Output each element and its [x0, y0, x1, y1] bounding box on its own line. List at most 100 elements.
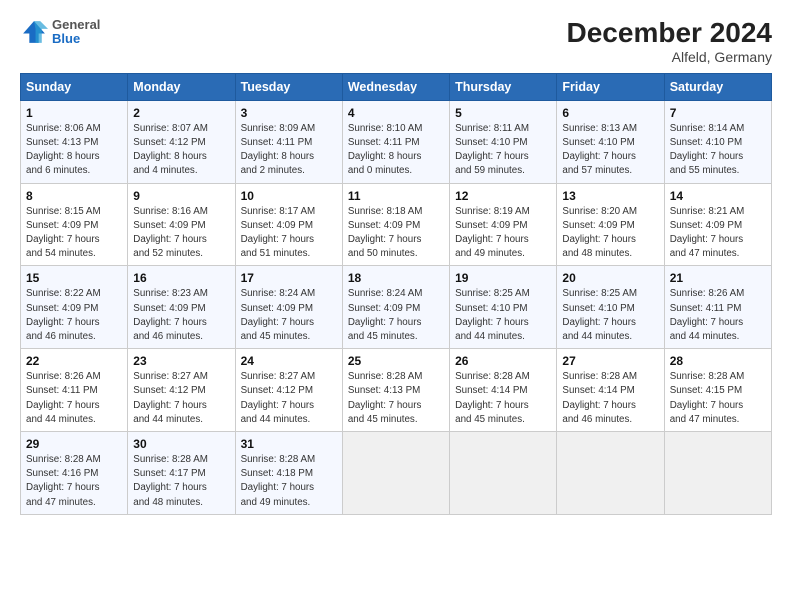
calendar-cell: 27Sunrise: 8:28 AMSunset: 4:14 PMDayligh… — [557, 349, 664, 432]
col-saturday: Saturday — [664, 73, 771, 100]
month-title: December 2024 — [567, 18, 772, 49]
calendar-cell: 4 Sunrise: 8:10 AMSunset: 4:11 PMDaylight… — [342, 100, 449, 183]
col-tuesday: Tuesday — [235, 73, 342, 100]
day-info: Sunrise: 8:24 AMSunset: 4:09 PMDaylight:… — [241, 287, 337, 344]
logo-general: General — [52, 18, 100, 32]
col-sunday: Sunday — [21, 73, 128, 100]
day-info: Sunrise: 8:23 AMSunset: 4:09 PMDaylight:… — [133, 287, 229, 344]
day-number: 7 — [670, 106, 766, 120]
day-number: 21 — [670, 271, 766, 285]
calendar-table: Sunday Monday Tuesday Wednesday Thursday… — [20, 73, 772, 515]
logo-text: General Blue — [52, 18, 100, 47]
day-info: Sunrise: 8:19 AMSunset: 4:09 PMDaylight:… — [455, 205, 551, 262]
page: General Blue December 2024 Alfeld, Germa… — [0, 0, 792, 612]
day-info: Sunrise: 8:20 AMSunset: 4:09 PMDaylight:… — [562, 205, 658, 262]
calendar-cell: 30 Sunrise: 8:28 AMSunset: 4:17 PMDayligh… — [128, 432, 235, 515]
calendar-cell: 18 Sunrise: 8:24 AMSunset: 4:09 PMDayligh… — [342, 266, 449, 349]
calendar-cell: 15 Sunrise: 8:22 AMSunset: 4:09 PMDayligh… — [21, 266, 128, 349]
calendar-week-4: 22 Sunrise: 8:26 AMSunset: 4:11 PMDayligh… — [21, 349, 772, 432]
day-info: Sunrise: 8:10 AMSunset: 4:11 PMDaylight:… — [348, 122, 444, 179]
day-number: 10 — [241, 189, 337, 203]
calendar-cell: 16Sunrise: 8:23 AMSunset: 4:09 PMDayligh… — [128, 266, 235, 349]
day-number: 18 — [348, 271, 444, 285]
calendar-cell: 9 Sunrise: 8:16 AMSunset: 4:09 PMDaylight… — [128, 183, 235, 266]
location: Alfeld, Germany — [567, 49, 772, 65]
calendar-week-5: 29Sunrise: 8:28 AMSunset: 4:16 PMDayligh… — [21, 432, 772, 515]
day-number: 1 — [26, 106, 122, 120]
day-number: 9 — [133, 189, 229, 203]
calendar-cell: 12 Sunrise: 8:19 AMSunset: 4:09 PMDayligh… — [450, 183, 557, 266]
day-number: 30 — [133, 437, 229, 451]
day-info: Sunrise: 8:22 AMSunset: 4:09 PMDaylight:… — [26, 287, 122, 344]
day-number: 12 — [455, 189, 551, 203]
day-info: Sunrise: 8:21 AMSunset: 4:09 PMDaylight:… — [670, 205, 766, 262]
logo-blue: Blue — [52, 32, 100, 46]
day-info: Sunrise: 8:07 AMSunset: 4:12 PMDaylight:… — [133, 122, 229, 179]
col-thursday: Thursday — [450, 73, 557, 100]
day-number: 6 — [562, 106, 658, 120]
calendar-cell: 11Sunrise: 8:18 AMSunset: 4:09 PMDayligh… — [342, 183, 449, 266]
day-info: Sunrise: 8:28 AMSunset: 4:14 PMDaylight:… — [455, 370, 551, 427]
day-info: Sunrise: 8:25 AMSunset: 4:10 PMDaylight:… — [562, 287, 658, 344]
day-info: Sunrise: 8:13 AMSunset: 4:10 PMDaylight:… — [562, 122, 658, 179]
title-block: December 2024 Alfeld, Germany — [567, 18, 772, 65]
calendar-cell: 5Sunrise: 8:11 AMSunset: 4:10 PMDaylight… — [450, 100, 557, 183]
day-info: Sunrise: 8:26 AMSunset: 4:11 PMDaylight:… — [670, 287, 766, 344]
day-info: Sunrise: 8:28 AMSunset: 4:18 PMDaylight:… — [241, 453, 337, 510]
day-number: 8 — [26, 189, 122, 203]
calendar-cell: 8 Sunrise: 8:15 AMSunset: 4:09 PMDaylight… — [21, 183, 128, 266]
logo: General Blue — [20, 18, 100, 47]
calendar-cell: 26 Sunrise: 8:28 AMSunset: 4:14 PMDayligh… — [450, 349, 557, 432]
day-number: 28 — [670, 354, 766, 368]
day-number: 22 — [26, 354, 122, 368]
day-info: Sunrise: 8:25 AMSunset: 4:10 PMDaylight:… — [455, 287, 551, 344]
day-info: Sunrise: 8:09 AMSunset: 4:11 PMDaylight:… — [241, 122, 337, 179]
calendar-cell — [342, 432, 449, 515]
day-number: 27 — [562, 354, 658, 368]
day-number: 20 — [562, 271, 658, 285]
day-info: Sunrise: 8:14 AMSunset: 4:10 PMDaylight:… — [670, 122, 766, 179]
calendar-week-2: 8 Sunrise: 8:15 AMSunset: 4:09 PMDaylight… — [21, 183, 772, 266]
col-wednesday: Wednesday — [342, 73, 449, 100]
calendar-cell: 3 Sunrise: 8:09 AMSunset: 4:11 PMDaylight… — [235, 100, 342, 183]
calendar-cell: 31Sunrise: 8:28 AMSunset: 4:18 PMDayligh… — [235, 432, 342, 515]
calendar-cell — [450, 432, 557, 515]
day-info: Sunrise: 8:24 AMSunset: 4:09 PMDaylight:… — [348, 287, 444, 344]
calendar-cell: 28 Sunrise: 8:28 AMSunset: 4:15 PMDayligh… — [664, 349, 771, 432]
day-info: Sunrise: 8:06 AMSunset: 4:13 PMDaylight:… — [26, 122, 122, 179]
calendar-cell: 17 Sunrise: 8:24 AMSunset: 4:09 PMDayligh… — [235, 266, 342, 349]
day-info: Sunrise: 8:16 AMSunset: 4:09 PMDaylight:… — [133, 205, 229, 262]
day-number: 5 — [455, 106, 551, 120]
calendar-cell: 14 Sunrise: 8:21 AMSunset: 4:09 PMDayligh… — [664, 183, 771, 266]
day-info: Sunrise: 8:28 AMSunset: 4:13 PMDaylight:… — [348, 370, 444, 427]
day-number: 2 — [133, 106, 229, 120]
day-number: 4 — [348, 106, 444, 120]
day-info: Sunrise: 8:28 AMSunset: 4:15 PMDaylight:… — [670, 370, 766, 427]
header: General Blue December 2024 Alfeld, Germa… — [20, 18, 772, 65]
day-info: Sunrise: 8:28 AMSunset: 4:17 PMDaylight:… — [133, 453, 229, 510]
calendar-cell — [664, 432, 771, 515]
calendar-cell — [557, 432, 664, 515]
calendar-cell: 13 Sunrise: 8:20 AMSunset: 4:09 PMDayligh… — [557, 183, 664, 266]
day-number: 26 — [455, 354, 551, 368]
day-number: 25 — [348, 354, 444, 368]
day-info: Sunrise: 8:26 AMSunset: 4:11 PMDaylight:… — [26, 370, 122, 427]
logo-icon — [20, 18, 48, 46]
day-number: 3 — [241, 106, 337, 120]
calendar-cell: 22 Sunrise: 8:26 AMSunset: 4:11 PMDayligh… — [21, 349, 128, 432]
day-number: 17 — [241, 271, 337, 285]
calendar-cell: 23Sunrise: 8:27 AMSunset: 4:12 PMDayligh… — [128, 349, 235, 432]
calendar-cell: 10Sunrise: 8:17 AMSunset: 4:09 PMDayligh… — [235, 183, 342, 266]
calendar-cell: 7 Sunrise: 8:14 AMSunset: 4:10 PMDaylight… — [664, 100, 771, 183]
day-info: Sunrise: 8:18 AMSunset: 4:09 PMDaylight:… — [348, 205, 444, 262]
day-number: 14 — [670, 189, 766, 203]
calendar-cell: 25 Sunrise: 8:28 AMSunset: 4:13 PMDayligh… — [342, 349, 449, 432]
day-info: Sunrise: 8:15 AMSunset: 4:09 PMDaylight:… — [26, 205, 122, 262]
day-info: Sunrise: 8:27 AMSunset: 4:12 PMDaylight:… — [133, 370, 229, 427]
calendar-cell: 21 Sunrise: 8:26 AMSunset: 4:11 PMDayligh… — [664, 266, 771, 349]
calendar-week-3: 15 Sunrise: 8:22 AMSunset: 4:09 PMDayligh… — [21, 266, 772, 349]
col-friday: Friday — [557, 73, 664, 100]
day-number: 13 — [562, 189, 658, 203]
day-number: 15 — [26, 271, 122, 285]
calendar-cell: 29Sunrise: 8:28 AMSunset: 4:16 PMDayligh… — [21, 432, 128, 515]
